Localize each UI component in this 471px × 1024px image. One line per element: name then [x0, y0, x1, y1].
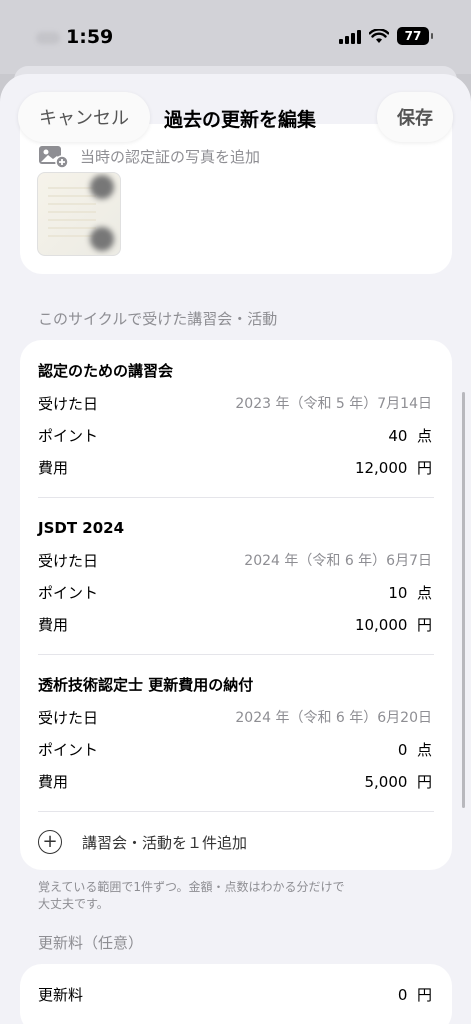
activity-cost-row[interactable]: 費用 10,000 円: [38, 608, 432, 640]
footnote: 覚えている範囲で1件ずつ。金額・点数はわかる分だけで 大丈夫です。: [38, 879, 398, 913]
status-indicator: [36, 32, 60, 44]
plus-circle-icon: +: [38, 830, 62, 854]
renewal-fee-unit: 円: [416, 985, 432, 1004]
cost-unit: 円: [416, 772, 432, 791]
photo-card: 当時の認定証の写真を追加: [20, 124, 452, 274]
renewal-fee-value[interactable]: 0: [398, 986, 408, 1004]
add-photo-button[interactable]: 当時の認定証の写真を追加: [38, 144, 260, 168]
points-unit: 点: [416, 583, 432, 602]
cost-label: 費用: [38, 458, 69, 477]
points-label: ポイント: [38, 583, 99, 602]
activity-cost-row[interactable]: 費用 5,000 円: [38, 765, 432, 797]
footnote-line: 覚えている範囲で1件ずつ。金額・点数はわかる分だけで: [38, 880, 345, 894]
cancel-button[interactable]: キャンセル: [18, 92, 150, 142]
points-unit: 点: [416, 740, 432, 759]
scrollbar[interactable]: [462, 392, 465, 808]
activity-title: 透析技術認定士 更新費用の納付: [38, 676, 254, 694]
cost-label: 費用: [38, 772, 69, 791]
date-value[interactable]: 2024 年（令和 6 年）6月20日: [235, 707, 432, 727]
date-label: 受けた日: [38, 708, 99, 727]
cost-value[interactable]: 12,000: [355, 459, 408, 477]
date-label: 受けた日: [38, 394, 99, 413]
cost-value[interactable]: 5,000: [364, 773, 407, 791]
activity-cost-row[interactable]: 費用 12,000 円: [38, 451, 432, 483]
renewal-fee-label: 更新料: [38, 985, 84, 1004]
activity-item[interactable]: 認定のための講習会 受けた日 2023 年（令和 5 年）7月14日 ポイント …: [20, 355, 452, 483]
status-time: 1:59: [66, 26, 114, 48]
battery-level: 77: [404, 29, 422, 43]
date-label: 受けた日: [38, 551, 99, 570]
nav-bar: キャンセル 過去の更新を編集 保存: [0, 92, 471, 146]
edit-sheet: 当時の認定証の写真を追加 キャンセル 過去の更新を編集 保存 このサイクルで受け…: [0, 74, 471, 1024]
renewal-card: 更新料 0 円: [20, 964, 452, 1024]
status-bar: 1:59 77: [0, 0, 471, 74]
points-label: ポイント: [38, 740, 99, 759]
signal-icon: [339, 28, 361, 44]
points-unit: 点: [416, 426, 432, 445]
renewal-section-header: 更新料（任意）: [38, 934, 144, 952]
add-activity-button[interactable]: + 講習会・活動を１件追加: [20, 812, 452, 872]
cost-unit: 円: [416, 458, 432, 477]
points-value[interactable]: 10: [388, 584, 407, 602]
activity-date-row[interactable]: 受けた日 2024 年（令和 6 年）6月20日: [38, 701, 432, 733]
activity-title: 認定のための講習会: [38, 362, 174, 380]
activity-item[interactable]: JSDT 2024 受けた日 2024 年（令和 6 年）6月7日 ポイント 1…: [20, 512, 452, 640]
activity-item[interactable]: 透析技術認定士 更新費用の納付 受けた日 2024 年（令和 6 年）6月20日…: [20, 669, 452, 797]
cost-unit: 円: [416, 615, 432, 634]
activities-card: 認定のための講習会 受けた日 2023 年（令和 5 年）7月14日 ポイント …: [20, 340, 452, 870]
points-value[interactable]: 0: [398, 741, 408, 759]
status-icons: 77: [339, 27, 433, 45]
battery-icon: 77: [397, 27, 433, 45]
page-title: 過去の更新を編集: [164, 109, 317, 131]
date-value[interactable]: 2023 年（令和 5 年）7月14日: [235, 393, 432, 413]
activities-section-header: このサイクルで受けた講習会・活動: [38, 310, 278, 328]
date-value[interactable]: 2024 年（令和 6 年）6月7日: [244, 550, 432, 570]
add-photo-label: 当時の認定証の写真を追加: [80, 147, 261, 166]
points-label: ポイント: [38, 426, 99, 445]
add-activity-label: 講習会・活動を１件追加: [82, 833, 248, 852]
activity-points-row[interactable]: ポイント 10 点: [38, 576, 432, 608]
activity-points-row[interactable]: ポイント 0 点: [38, 733, 432, 765]
wifi-icon: [369, 28, 389, 43]
activity-date-row[interactable]: 受けた日 2024 年（令和 6 年）6月7日: [38, 544, 432, 576]
certificate-thumbnail[interactable]: [37, 172, 121, 256]
activity-points-row[interactable]: ポイント 40 点: [38, 419, 432, 451]
activity-date-row[interactable]: 受けた日 2023 年（令和 5 年）7月14日: [38, 387, 432, 419]
save-button[interactable]: 保存: [377, 92, 453, 142]
add-photo-icon: [39, 146, 69, 168]
activity-title: JSDT 2024: [38, 519, 125, 537]
footnote-line: 大丈夫です。: [38, 897, 109, 911]
cost-value[interactable]: 10,000: [355, 616, 408, 634]
points-value[interactable]: 40: [388, 427, 407, 445]
renewal-fee-row[interactable]: 更新料 0 円: [20, 964, 452, 1024]
cost-label: 費用: [38, 615, 69, 634]
